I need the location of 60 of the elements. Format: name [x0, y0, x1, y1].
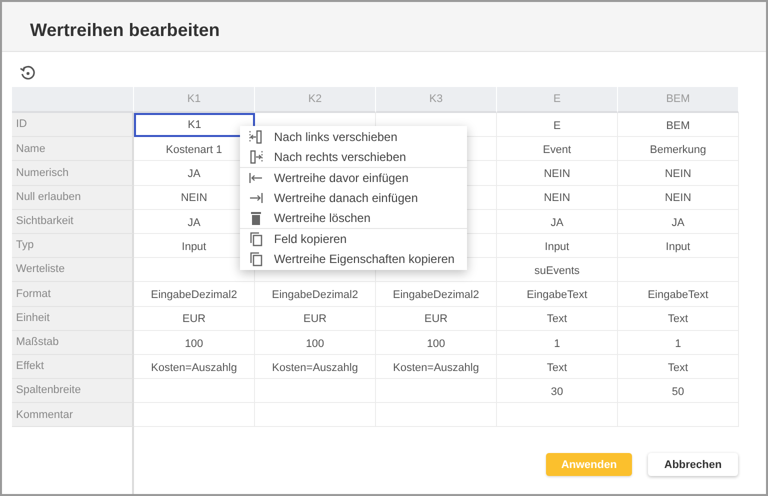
row-label: Einheit [12, 306, 134, 331]
table-cell[interactable]: Event [497, 137, 618, 162]
table-cell[interactable]: E [497, 113, 618, 138]
table-cell[interactable]: 1 [497, 330, 618, 355]
table-cell[interactable]: 1 [618, 330, 739, 355]
move-left-icon [248, 129, 264, 145]
table-cell[interactable]: 100 [134, 330, 255, 355]
table-cell[interactable]: Text [618, 306, 739, 331]
table-cell[interactable]: Text [618, 354, 739, 380]
table-cell[interactable]: JA [618, 210, 739, 234]
trash-icon [248, 210, 264, 226]
table-cell[interactable]: 50 [618, 379, 739, 404]
table-cell[interactable]: 100 [376, 330, 497, 355]
window-title: Wertreihen bearbeiten [30, 19, 221, 42]
table-cell[interactable]: EUR [134, 306, 255, 331]
table-cell[interactable]: NEIN [618, 161, 739, 186]
table-cell[interactable]: Text [497, 354, 618, 380]
table-cell[interactable] [134, 403, 255, 428]
table-cell[interactable]: JA [497, 210, 618, 234]
row-label: Kommentar [12, 403, 134, 428]
table-cell[interactable] [134, 379, 255, 404]
table-cell[interactable]: EingabeText [497, 282, 618, 306]
table-cell[interactable]: NEIN [618, 186, 739, 210]
table-cell[interactable]: Input [497, 234, 618, 258]
row-label: Sichtbarkeit [12, 210, 134, 234]
move-right-icon [248, 149, 264, 165]
row-label: Numerisch [12, 161, 134, 186]
table-cell[interactable]: EingabeDezimal2 [134, 282, 255, 306]
table-cell[interactable]: Kosten=Auszahlg [134, 354, 255, 380]
table-cell[interactable]: Bemerkung [618, 137, 739, 162]
table-cell[interactable]: BEM [618, 113, 739, 138]
row-label: Typ [12, 234, 134, 258]
copy-icon [248, 251, 264, 267]
table-cell[interactable]: 100 [255, 330, 376, 355]
table-cell[interactable]: EUR [255, 306, 376, 331]
reset-icon[interactable] [19, 64, 37, 82]
row-label: Spaltenbreite [12, 379, 134, 404]
table-cell[interactable]: Input [618, 234, 739, 258]
row-label: Format [12, 282, 134, 306]
row-label: Name [12, 137, 134, 162]
table-cell[interactable]: Kosten=Auszahlg [376, 354, 497, 380]
row-label: Effekt [12, 354, 134, 380]
copy-icon [248, 231, 264, 247]
table-cell[interactable]: suEvents [497, 258, 618, 282]
row-label: Werteliste [12, 258, 134, 282]
insert-before-icon [248, 170, 264, 186]
row-label: Null erlauben [12, 186, 134, 210]
table-cell[interactable]: NEIN [497, 186, 618, 210]
row-label: ID [12, 113, 134, 138]
table-cell[interactable]: EingabeDezimal2 [255, 282, 376, 306]
table-cell[interactable]: 30 [497, 379, 618, 404]
row-label: Maßstab [12, 330, 134, 355]
table-cell[interactable]: EingabeDezimal2 [376, 282, 497, 306]
table-cell[interactable]: EingabeText [618, 282, 739, 306]
table-cell[interactable]: Text [497, 306, 618, 331]
insert-after-icon [248, 190, 264, 206]
table-cell[interactable]: NEIN [497, 161, 618, 186]
table-cell[interactable]: EUR [376, 306, 497, 331]
cancel-button[interactable]: Abbrechen [648, 453, 738, 476]
table-cell[interactable]: Kosten=Auszahlg [255, 354, 376, 380]
